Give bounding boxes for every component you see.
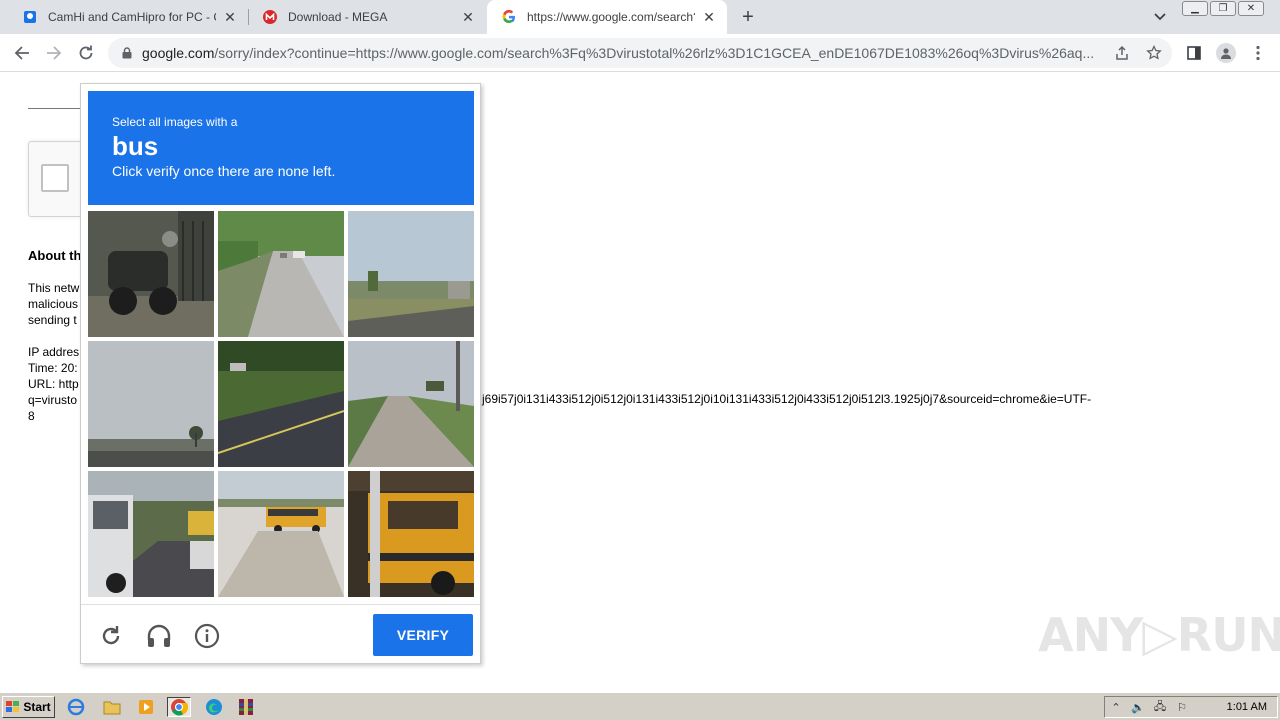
url-text: google.com/sorry/index?continue=https://… <box>142 45 1106 61</box>
start-button[interactable]: Start <box>2 696 55 718</box>
chrome-icon[interactable] <box>167 697 191 717</box>
sky-tile[interactable] <box>88 341 214 467</box>
taskbar: Start ⌃ 🔈 🖧 ⚐ 1:01 AM <box>0 692 1280 720</box>
edge-icon[interactable] <box>202 697 226 717</box>
media-player-icon[interactable] <box>134 697 158 717</box>
reload-button[interactable] <box>74 41 98 65</box>
close-window-button[interactable]: ✕ <box>1238 1 1264 16</box>
captcha-hint: Click verify once there are none left. <box>112 163 336 179</box>
ip-address-line: IP addres <box>28 345 80 359</box>
anyrun-watermark: ANY▷RUN <box>1038 608 1280 662</box>
folder-icon[interactable] <box>100 697 124 717</box>
tab-google-active[interactable]: https://www.google.com/search?q= ✕ <box>487 0 727 34</box>
restore-button[interactable]: ❐ <box>1210 1 1236 16</box>
audio-challenge-button[interactable] <box>145 622 173 650</box>
refresh-icon <box>102 626 120 645</box>
captcha-header: Select all images with a bus Click verif… <box>88 91 474 205</box>
url-tail-text: j69i57j0i131i433i512j0i512j0i131i433i512… <box>482 392 1092 406</box>
browser-toolbar: google.com/sorry/index?continue=https://… <box>0 34 1280 72</box>
motorcycle-tile[interactable] <box>88 211 214 337</box>
close-icon[interactable]: ✕ <box>222 9 238 25</box>
tray-expand-icon[interactable]: ⌃ <box>1105 698 1127 716</box>
flag-icon[interactable]: ⚐ <box>1171 698 1193 716</box>
camhi-favicon <box>22 9 38 25</box>
captcha-instruction: Select all images with a <box>112 115 238 129</box>
reload-challenge-button[interactable] <box>97 622 125 650</box>
window-controls: ▁ ❐ ✕ <box>1182 1 1264 17</box>
winrar-icon[interactable] <box>234 697 258 717</box>
forward-button[interactable] <box>42 41 66 65</box>
tab-camhi[interactable]: CamHi and CamHipro for PC - Camhi ✕ <box>8 0 248 34</box>
minimize-button[interactable]: ▁ <box>1182 1 1208 16</box>
tab-mega[interactable]: Download - MEGA ✕ <box>248 0 486 34</box>
road-pole-tile[interactable] <box>348 341 474 467</box>
url-host: google.com <box>142 45 215 61</box>
captcha-challenge: Select all images with a bus Click verif… <box>80 83 481 664</box>
captcha-image-grid <box>88 211 474 597</box>
close-icon[interactable]: ✕ <box>460 9 476 25</box>
arrow-right-icon <box>47 46 62 60</box>
url-line-cont: q=virusto <box>28 393 78 407</box>
back-button[interactable] <box>10 41 34 65</box>
google-favicon <box>501 9 517 25</box>
help-button[interactable] <box>193 622 221 650</box>
recaptcha-checkbox[interactable] <box>41 164 69 192</box>
start-label: Start <box>23 700 51 714</box>
url-line-end: 8 <box>28 409 35 423</box>
school-bus-close-tile[interactable] <box>348 471 474 597</box>
ie-icon[interactable] <box>64 697 88 717</box>
lock-icon[interactable] <box>120 46 134 60</box>
system-tray: ⌃ 🔈 🖧 ⚐ 1:01 AM <box>1104 696 1278 718</box>
divider <box>28 108 88 109</box>
avatar-icon <box>1216 43 1236 63</box>
new-tab-button[interactable]: + <box>736 5 760 29</box>
url-line: URL: http <box>28 377 79 391</box>
volume-icon[interactable]: 🔈 <box>1127 698 1149 716</box>
share-icon[interactable] <box>1113 44 1131 62</box>
captcha-target: bus <box>112 131 159 161</box>
taskbar-clock[interactable]: 1:01 AM <box>1227 701 1267 713</box>
tab-title: https://www.google.com/search?q= <box>527 10 695 24</box>
star-icon[interactable] <box>1145 44 1163 62</box>
tab-title: CamHi and CamHipro for PC - Camhi <box>48 10 216 24</box>
network-text-line: sending t <box>28 313 77 327</box>
tab-title: Download - MEGA <box>288 10 388 24</box>
url-path: /sorry/index?continue=https://www.google… <box>214 45 1095 61</box>
captcha-footer: VERIFY <box>81 604 480 663</box>
road-tile[interactable] <box>218 211 344 337</box>
reload-icon <box>79 45 93 60</box>
field-tile[interactable] <box>348 211 474 337</box>
school-bus-tile[interactable] <box>218 471 344 597</box>
windows-logo-icon <box>6 701 20 712</box>
network-text-line: This netw <box>28 281 80 295</box>
network-text-line: malicious <box>28 297 79 311</box>
headphones-icon <box>147 624 171 647</box>
arrow-left-icon <box>14 46 29 60</box>
mega-favicon <box>262 9 278 25</box>
tab-strip: CamHi and CamHipro for PC - Camhi ✕ Down… <box>0 0 1280 34</box>
verify-button[interactable]: VERIFY <box>373 614 473 656</box>
close-icon[interactable]: ✕ <box>701 9 717 25</box>
time-line: Time: 20: <box>28 361 78 375</box>
bus-white-tile[interactable] <box>88 471 214 597</box>
network-icon[interactable]: 🖧 <box>1149 698 1171 716</box>
highway-tile[interactable] <box>218 341 344 467</box>
more-menu-icon[interactable] <box>1246 41 1270 65</box>
address-bar[interactable]: google.com/sorry/index?continue=https://… <box>108 38 1172 68</box>
side-panel-icon[interactable] <box>1182 41 1206 65</box>
chevron-down-icon[interactable] <box>1150 7 1170 27</box>
profile-button[interactable] <box>1214 41 1238 65</box>
info-icon <box>194 623 220 649</box>
about-heading: About th <box>28 248 82 263</box>
